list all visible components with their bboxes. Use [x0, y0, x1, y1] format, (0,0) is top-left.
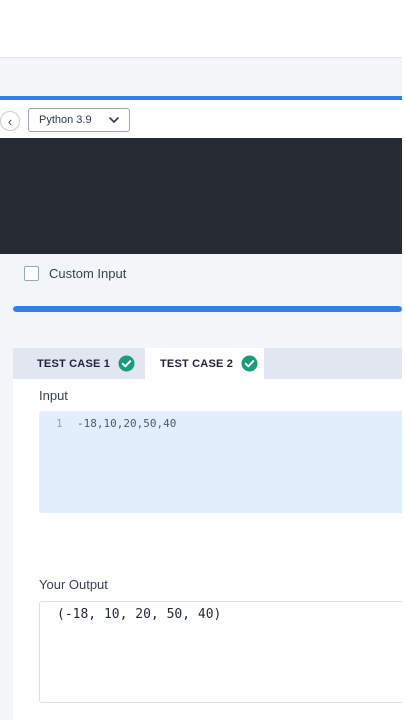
- output-text: (-18, 10, 20, 50, 40): [57, 607, 222, 622]
- tab-label: TEST CASE 1: [37, 357, 111, 370]
- output-viewer: (-18, 10, 20, 50, 40): [39, 601, 402, 703]
- input-line-text: -18,10,20,50,40: [77, 417, 177, 430]
- run-progress-fill: [13, 306, 402, 312]
- custom-input-toggle[interactable]: Custom Input: [24, 266, 126, 281]
- chevron-down-icon: [109, 117, 119, 123]
- test-case-tabs: TEST CASE 1 TEST CASE 2: [13, 348, 402, 379]
- line-number: 1: [56, 417, 63, 430]
- custom-input-label: Custom Input: [49, 266, 127, 281]
- collapse-panel-button[interactable]: ‹: [0, 111, 20, 131]
- check-circle-icon: [241, 355, 258, 372]
- chevron-left-icon: ‹: [7, 113, 13, 129]
- tab-test-case-2[interactable]: TEST CASE 2: [145, 348, 264, 379]
- code-editor[interactable]: [0, 138, 402, 254]
- output-label: Your Output: [39, 577, 108, 592]
- input-viewer: 1 -18,10,20,50,40: [39, 411, 402, 513]
- top-bar: [0, 0, 402, 58]
- language-select[interactable]: Python 3.9: [28, 108, 130, 132]
- tab-test-case-1[interactable]: TEST CASE 1: [13, 348, 145, 379]
- editor-toolbar: ‹ Python 3.9: [0, 96, 402, 138]
- tab-label: TEST CASE 2: [160, 357, 234, 370]
- test-case-panel: Input 1 -18,10,20,50,40 Your Output (-18…: [13, 379, 402, 720]
- run-progress-bar: [13, 306, 402, 312]
- input-label: Input: [39, 388, 68, 403]
- check-circle-icon: [118, 355, 135, 372]
- custom-input-checkbox[interactable]: [24, 266, 39, 281]
- language-select-value: Python 3.9: [39, 114, 92, 126]
